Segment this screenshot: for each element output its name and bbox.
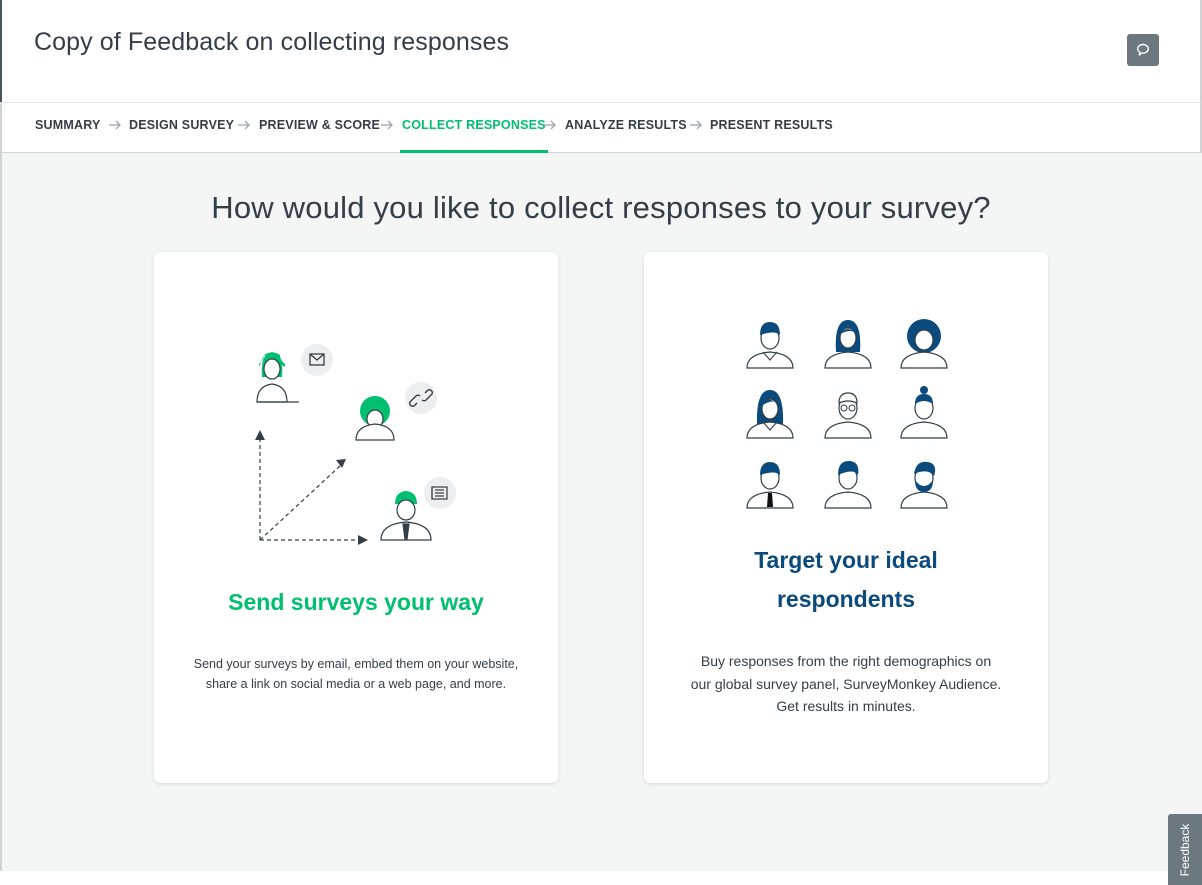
arrow-right-icon	[690, 120, 702, 130]
step-preview-score[interactable]: PREVIEW & SCORE	[259, 103, 380, 153]
target-respondents-card[interactable]: Target your ideal respondents Buy respon…	[644, 252, 1048, 783]
respondent-avatar-2	[355, 396, 395, 441]
audience-person-4	[746, 390, 794, 439]
audience-person-2	[824, 320, 872, 369]
feedback-tab[interactable]: Feedback	[1168, 814, 1202, 885]
audience-person-7	[746, 462, 794, 509]
send-desc-line-2: share a link on social media or a web pa…	[205, 677, 507, 691]
audience-grid-illustration	[746, 319, 948, 509]
step-analyze-results[interactable]: ANALYZE RESULTS	[565, 103, 687, 153]
arrow-right-icon	[381, 120, 393, 130]
send-surveys-illustration	[255, 344, 456, 545]
send-surveys-description: Send your surveys by email, embed them o…	[154, 654, 558, 694]
send-desc-line-1: Send your surveys by email, embed them o…	[193, 657, 519, 671]
comments-button[interactable]	[1127, 34, 1159, 66]
step-summary[interactable]: SUMMARY	[35, 103, 101, 153]
step-present-results[interactable]: PRESENT RESULTS	[710, 103, 833, 153]
survey-steps-nav: SUMMARY DESIGN SURVEY PREVIEW & SCORE CO…	[0, 102, 1202, 153]
footer-strip	[0, 871, 1168, 885]
arrow-right-icon	[544, 120, 556, 130]
feedback-tab-label: Feedback	[1178, 823, 1192, 877]
send-surveys-card[interactable]: Send surveys your way Send your surveys …	[154, 252, 558, 783]
target-heading-line-1: Target your ideal	[754, 547, 938, 573]
audience-person-1	[746, 322, 794, 369]
target-desc-line-2: our global survey panel, SurveyMonkey Au…	[690, 675, 1002, 692]
respondent-avatar-3	[380, 491, 432, 541]
audience-person-6	[900, 386, 948, 439]
target-heading-line-2: respondents	[776, 586, 916, 612]
step-design-survey[interactable]: DESIGN SURVEY	[129, 103, 234, 153]
arrow-right-icon	[109, 120, 121, 130]
target-respondents-heading: Target your ideal respondents	[644, 541, 1048, 619]
audience-person-3	[900, 319, 948, 369]
audience-person-8	[824, 460, 872, 509]
survey-header: Copy of Feedback on collecting responses	[0, 0, 1202, 102]
target-desc-line-1: Buy responses from the right demographic…	[700, 653, 992, 669]
collect-question-heading: How would you like to collect responses …	[211, 190, 991, 225]
arrow-right-icon	[238, 120, 250, 130]
step-collect-responses[interactable]: COLLECT RESPONSES	[400, 103, 548, 153]
respondent-avatar-1	[256, 352, 299, 403]
target-desc-line-3: Get results in minutes.	[776, 698, 916, 714]
survey-title: Copy of Feedback on collecting responses	[34, 28, 510, 56]
audience-person-5	[824, 392, 872, 439]
speech-bubble-icon	[1137, 43, 1149, 56]
target-respondents-description: Buy responses from the right demographic…	[644, 650, 1048, 718]
send-surveys-heading: Send surveys your way	[228, 589, 484, 615]
audience-person-9	[900, 461, 948, 509]
